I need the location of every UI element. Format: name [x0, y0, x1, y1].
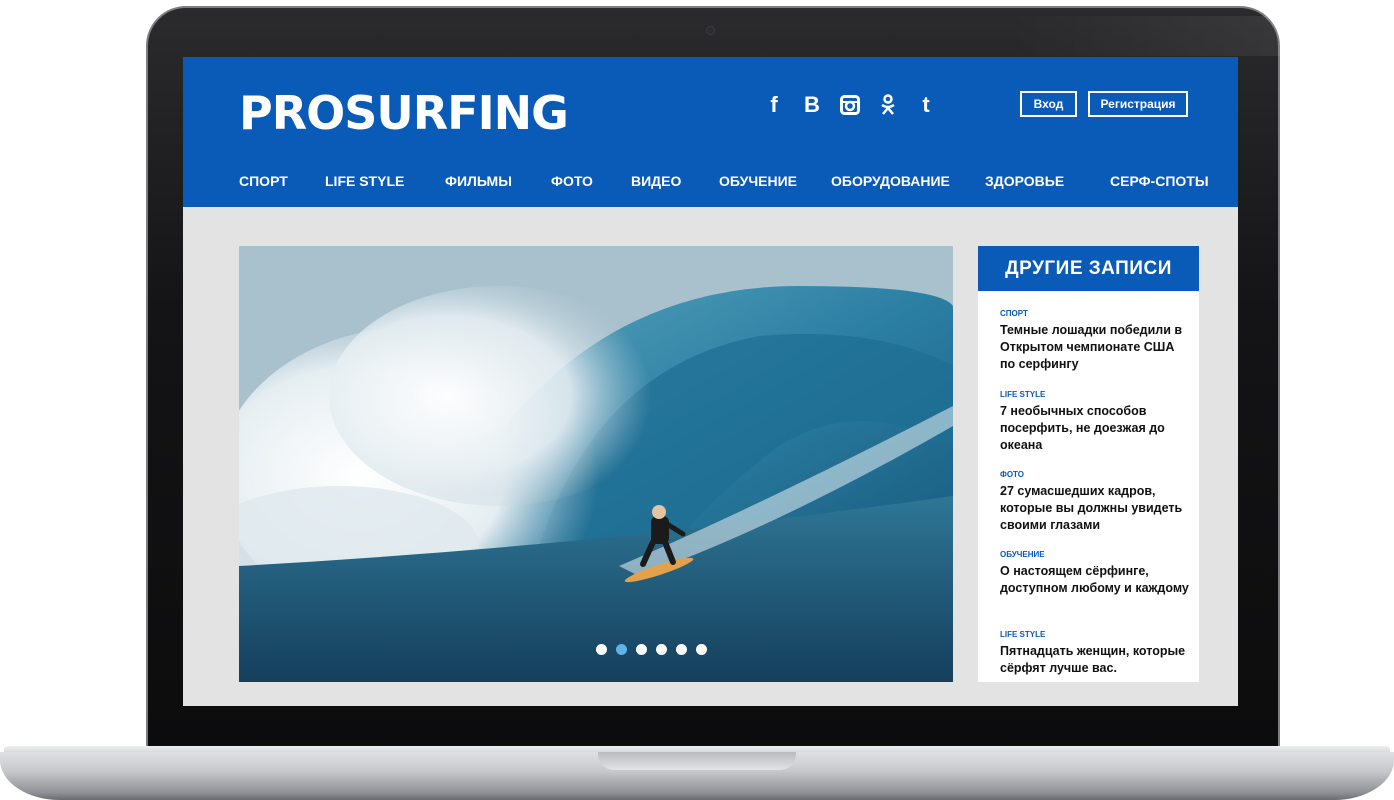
- bezel-reflection: [1008, 16, 1394, 56]
- site-logo[interactable]: PROSURFING: [239, 86, 569, 140]
- post-category[interactable]: LIFE STYLE: [1000, 630, 1190, 640]
- other-posts-sidebar: ДРУГИЕ ЗАПИСИ СПОРТ Темные лошадки побед…: [978, 246, 1199, 682]
- odnoklassniki-icon[interactable]: [869, 91, 907, 119]
- sidebar-title: ДРУГИЕ ЗАПИСИ: [978, 246, 1199, 291]
- post-title[interactable]: 7 необычных способов посерфить, не доезж…: [1000, 403, 1190, 454]
- main-nav: СПОРТ LIFE STYLE ФИЛЬМЫ ФОТО ВИДЕО ОБУЧЕ…: [183, 163, 1238, 203]
- post-title[interactable]: Пятнадцать женщин, которые сёрфят лучше …: [1000, 643, 1190, 677]
- sidebar-post[interactable]: ОБУЧЕНИЕ О настоящем сёрфинге, доступном…: [1000, 550, 1190, 597]
- nav-item-video[interactable]: ВИДЕО: [631, 173, 681, 189]
- laptop-notch: [598, 752, 796, 770]
- nav-item-health[interactable]: ЗДОРОВЬЕ: [985, 173, 1064, 189]
- facebook-icon[interactable]: f: [755, 91, 793, 119]
- sidebar-post[interactable]: СПОРТ Темные лошадки победили в Открытом…: [1000, 309, 1190, 373]
- post-title[interactable]: 27 сумасшедших кадров, которые вы должны…: [1000, 483, 1190, 534]
- post-category[interactable]: ОБУЧЕНИЕ: [1000, 550, 1190, 560]
- slider-dot-3[interactable]: [635, 644, 647, 655]
- nav-item-films[interactable]: ФИЛЬМЫ: [445, 173, 512, 189]
- site-header: PROSURFING f B t Вход Регистрация СПОРТ …: [183, 57, 1238, 207]
- vkontakte-icon[interactable]: B: [793, 91, 831, 119]
- slider-dot-5[interactable]: [675, 644, 687, 655]
- nav-item-surf-spots[interactable]: СЕРФ-СПОТЫ: [1110, 173, 1209, 189]
- sidebar-post[interactable]: ФОТО 27 сумасшедших кадров, которые вы д…: [1000, 470, 1190, 534]
- nav-item-learning[interactable]: ОБУЧЕНИЕ: [719, 173, 797, 189]
- webcam: [706, 26, 715, 35]
- nav-item-photo[interactable]: ФОТО: [551, 173, 593, 189]
- logo-text: PROSURFING: [239, 86, 569, 140]
- post-category[interactable]: СПОРТ: [1000, 309, 1190, 319]
- instagram-icon[interactable]: [831, 91, 869, 119]
- nav-item-sport[interactable]: СПОРТ: [239, 173, 288, 189]
- sidebar-post[interactable]: LIFE STYLE 7 необычных способов посерфит…: [1000, 390, 1190, 454]
- post-category[interactable]: ФОТО: [1000, 470, 1190, 480]
- nav-item-lifestyle[interactable]: LIFE STYLE: [325, 173, 404, 189]
- nav-item-equipment[interactable]: ОБОРУДОВАНИЕ: [831, 173, 950, 189]
- slider-dot-2[interactable]: [615, 644, 627, 655]
- login-button[interactable]: Вход: [1020, 91, 1077, 117]
- slider-dot-4[interactable]: [655, 644, 667, 655]
- hero-slider[interactable]: [239, 246, 953, 682]
- post-category[interactable]: LIFE STYLE: [1000, 390, 1190, 400]
- laptop-screen: PROSURFING f B t Вход Регистрация СПОРТ …: [183, 57, 1238, 706]
- social-links: f B t: [755, 91, 945, 119]
- twitter-icon[interactable]: t: [907, 91, 945, 119]
- post-title[interactable]: О настоящем сёрфинге, доступном любому и…: [1000, 563, 1190, 597]
- hero-image: [239, 246, 953, 682]
- slider-dots: [239, 644, 953, 655]
- slider-dot-1[interactable]: [595, 644, 607, 655]
- sidebar-post[interactable]: LIFE STYLE Пятнадцать женщин, которые сё…: [1000, 630, 1190, 677]
- register-button[interactable]: Регистрация: [1088, 91, 1188, 117]
- slider-dot-6[interactable]: [695, 644, 707, 655]
- post-title[interactable]: Темные лошадки победили в Открытом чемпи…: [1000, 322, 1190, 373]
